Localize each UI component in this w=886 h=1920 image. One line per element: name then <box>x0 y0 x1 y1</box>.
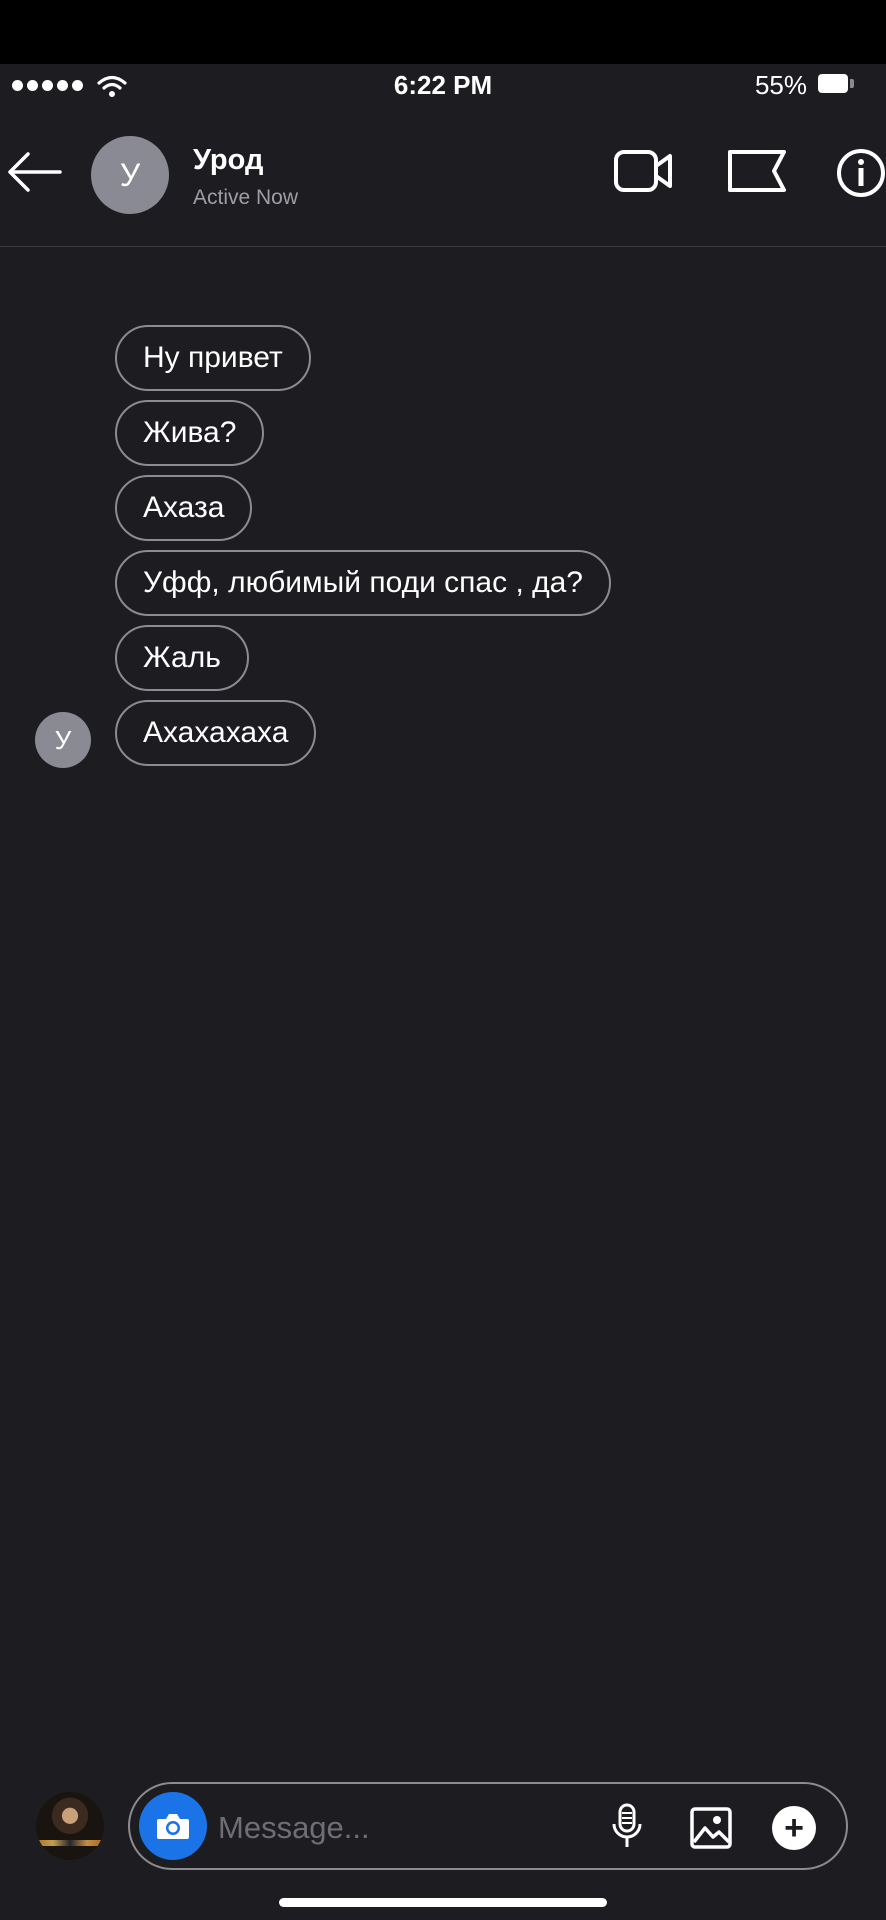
flag-icon[interactable] <box>728 148 788 194</box>
message-bubble[interactable]: Уфф, любимый поди спас , да? <box>115 550 611 616</box>
plus-icon[interactable]: + <box>772 1806 816 1850</box>
message-bubble[interactable]: Ахахахаха <box>115 700 317 766</box>
message-bubble[interactable]: Ну привет <box>115 325 311 391</box>
status-time: 6:22 PM <box>393 70 493 100</box>
chat-header: У Урод Active Now <box>0 110 886 247</box>
gallery-icon[interactable] <box>689 1806 733 1850</box>
camera-icon <box>157 1814 189 1839</box>
message-placeholder[interactable]: Message... <box>218 1810 370 1846</box>
message-bubble[interactable]: Жаль <box>115 625 249 691</box>
home-indicator <box>279 1898 607 1907</box>
battery-percent: 55% <box>754 70 807 100</box>
contact-avatar[interactable]: У <box>91 136 169 214</box>
contact-name[interactable]: Урод <box>193 144 263 177</box>
camera-button[interactable] <box>139 1792 207 1860</box>
video-call-icon[interactable] <box>614 148 674 194</box>
user-avatar[interactable] <box>36 1792 104 1860</box>
info-icon[interactable] <box>836 148 886 198</box>
top-black-bar <box>0 0 886 64</box>
contact-status: Active Now <box>193 186 299 209</box>
arrow-left-icon[interactable] <box>4 150 64 194</box>
message-bubble[interactable]: Ахаза <box>115 475 253 541</box>
battery-icon <box>818 74 848 93</box>
battery-tip <box>850 79 854 88</box>
microphone-icon[interactable] <box>610 1802 644 1852</box>
sender-avatar[interactable]: У <box>35 712 91 768</box>
message-bubble[interactable]: Жива? <box>115 400 265 466</box>
